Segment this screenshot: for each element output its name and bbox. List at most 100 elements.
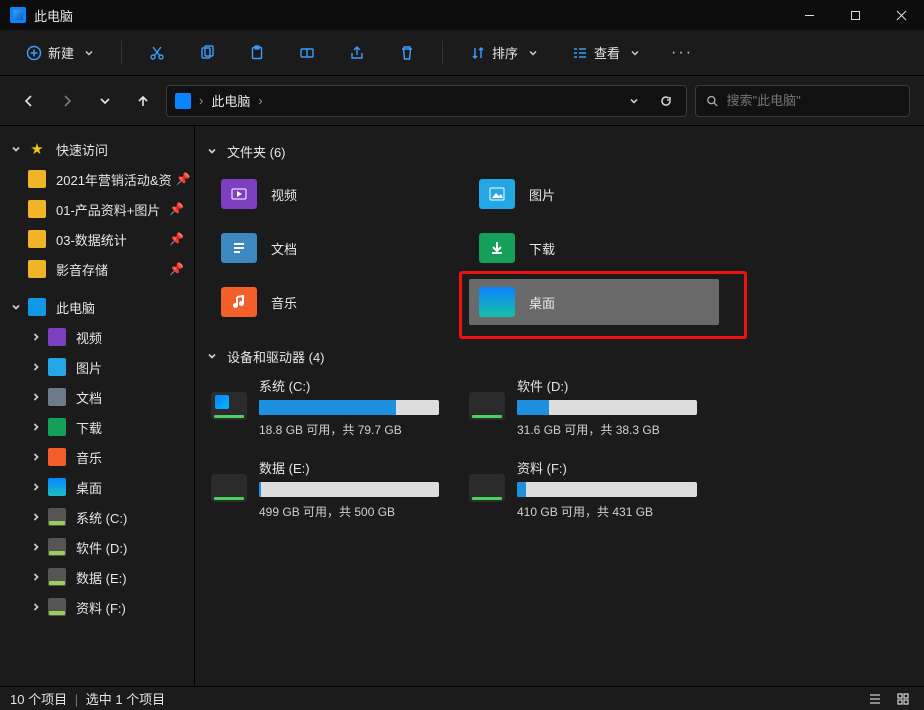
drive-usage-bar bbox=[517, 400, 697, 415]
sidebar-item-label: 软件 (D:) bbox=[76, 538, 127, 557]
drive-icon bbox=[48, 508, 66, 526]
group-title: 文件夹 (6) bbox=[227, 142, 286, 161]
sidebar-item-label: 资料 (F:) bbox=[76, 598, 126, 617]
sidebar-this-pc[interactable]: 此电脑 bbox=[2, 292, 192, 322]
pin-icon: 📌 bbox=[169, 202, 184, 216]
sidebar-item-documents[interactable]: 文档 bbox=[2, 382, 192, 412]
sidebar-item-drive-e[interactable]: 数据 (E:) bbox=[2, 562, 192, 592]
tiles-view-button[interactable] bbox=[892, 690, 914, 708]
drives-group-header[interactable]: 设备和驱动器 (4) bbox=[207, 347, 908, 366]
sidebar-item-desktop[interactable]: 桌面 bbox=[2, 472, 192, 502]
sidebar-item-label: 03-数据统计 bbox=[56, 230, 127, 249]
back-button[interactable] bbox=[14, 86, 44, 116]
sort-button[interactable]: 排序 bbox=[460, 38, 548, 67]
sidebar-item-label: 数据 (E:) bbox=[76, 568, 127, 587]
desktop-icon bbox=[48, 478, 66, 496]
search-box[interactable] bbox=[695, 85, 910, 117]
recent-button[interactable] bbox=[90, 86, 120, 116]
sidebar-item-label: 此电脑 bbox=[56, 298, 95, 317]
rename-button[interactable] bbox=[289, 37, 325, 69]
sidebar-item-label: 2021年营销活动&资 bbox=[56, 170, 172, 189]
document-icon bbox=[221, 233, 257, 263]
copy-button[interactable] bbox=[189, 37, 225, 69]
sort-label: 排序 bbox=[492, 43, 518, 62]
drive-e[interactable]: 数据 (E:) 499 GB 可用，共 500 GB bbox=[211, 458, 451, 520]
crumb-sep-icon: › bbox=[258, 93, 262, 108]
search-icon bbox=[706, 94, 719, 108]
drive-icon bbox=[469, 392, 505, 420]
maximize-button[interactable] bbox=[832, 0, 878, 30]
sidebar-item-drive-c[interactable]: 系统 (C:) bbox=[2, 502, 192, 532]
address-dropdown[interactable] bbox=[622, 95, 646, 107]
sidebar-pinned-item[interactable]: 01-产品资料+图片 📌 bbox=[2, 194, 192, 224]
pin-icon: 📌 bbox=[169, 232, 184, 246]
new-label: 新建 bbox=[48, 43, 74, 62]
folder-desktop[interactable]: 桌面 bbox=[469, 279, 719, 325]
desktop-icon bbox=[479, 287, 515, 317]
new-button[interactable]: 新建 bbox=[16, 38, 104, 67]
folder-downloads[interactable]: 下载 bbox=[469, 225, 719, 271]
sidebar-pinned-item[interactable]: 2021年营销活动&资 📌 bbox=[2, 164, 192, 194]
folder-icon bbox=[28, 230, 46, 248]
group-title: 设备和驱动器 (4) bbox=[227, 347, 325, 366]
sidebar-item-videos[interactable]: 视频 bbox=[2, 322, 192, 352]
folder-label: 桌面 bbox=[529, 293, 555, 312]
sidebar-item-label: 桌面 bbox=[76, 478, 102, 497]
folders-group-header[interactable]: 文件夹 (6) bbox=[207, 142, 908, 161]
folder-documents[interactable]: 文档 bbox=[211, 225, 461, 271]
pc-icon bbox=[28, 298, 46, 316]
pin-icon: 📌 bbox=[169, 262, 184, 276]
view-button[interactable]: 查看 bbox=[562, 38, 650, 67]
share-button[interactable] bbox=[339, 37, 375, 69]
sidebar-item-label: 下载 bbox=[76, 418, 102, 437]
sidebar-item-music[interactable]: 音乐 bbox=[2, 442, 192, 472]
forward-button[interactable] bbox=[52, 86, 82, 116]
sidebar-quick-access[interactable]: ★ 快速访问 bbox=[2, 134, 192, 164]
search-input[interactable] bbox=[727, 93, 899, 108]
picture-icon bbox=[479, 179, 515, 209]
toolbar: 新建 排序 查看 ··· bbox=[0, 30, 924, 76]
sidebar-item-downloads[interactable]: 下载 bbox=[2, 412, 192, 442]
breadcrumb-this-pc[interactable]: 此电脑 bbox=[211, 91, 250, 110]
sidebar-item-label: 01-产品资料+图片 bbox=[56, 200, 160, 219]
cut-button[interactable] bbox=[139, 37, 175, 69]
window-title: 此电脑 bbox=[34, 6, 73, 25]
folder-label: 音乐 bbox=[271, 293, 297, 312]
drive-icon bbox=[48, 568, 66, 586]
drive-f[interactable]: 资料 (F:) 410 GB 可用，共 431 GB bbox=[469, 458, 709, 520]
sidebar-item-pictures[interactable]: 图片 bbox=[2, 352, 192, 382]
sidebar-item-label: 图片 bbox=[76, 358, 102, 377]
folder-label: 图片 bbox=[529, 185, 555, 204]
download-icon bbox=[479, 233, 515, 263]
address-bar[interactable]: › 此电脑 › bbox=[166, 85, 687, 117]
sidebar-item-drive-f[interactable]: 资料 (F:) bbox=[2, 592, 192, 622]
sidebar-pinned-item[interactable]: 03-数据统计 📌 bbox=[2, 224, 192, 254]
download-icon bbox=[48, 418, 66, 436]
drive-c[interactable]: 系统 (C:) 18.8 GB 可用，共 79.7 GB bbox=[211, 376, 451, 438]
details-view-button[interactable] bbox=[864, 690, 886, 708]
refresh-button[interactable] bbox=[654, 95, 678, 107]
folder-label: 文档 bbox=[271, 239, 297, 258]
star-icon: ★ bbox=[28, 140, 46, 158]
folder-videos[interactable]: 视频 bbox=[211, 171, 461, 217]
more-button[interactable]: ··· bbox=[664, 37, 700, 69]
drive-d[interactable]: 软件 (D:) 31.6 GB 可用，共 38.3 GB bbox=[469, 376, 709, 438]
sidebar-item-drive-d[interactable]: 软件 (D:) bbox=[2, 532, 192, 562]
close-button[interactable] bbox=[878, 0, 924, 30]
music-icon bbox=[48, 448, 66, 466]
folder-music[interactable]: 音乐 bbox=[211, 279, 461, 325]
drive-usage-bar bbox=[517, 482, 697, 497]
drive-icon bbox=[211, 474, 247, 502]
drive-usage-bar bbox=[259, 400, 439, 415]
minimize-button[interactable] bbox=[786, 0, 832, 30]
video-icon bbox=[48, 328, 66, 346]
delete-button[interactable] bbox=[389, 37, 425, 69]
video-icon bbox=[221, 179, 257, 209]
sidebar-item-label: 影音存储 bbox=[56, 260, 108, 279]
sidebar-pinned-item[interactable]: 影音存储 📌 bbox=[2, 254, 192, 284]
location-icon bbox=[175, 93, 191, 109]
up-button[interactable] bbox=[128, 86, 158, 116]
drive-name: 软件 (D:) bbox=[517, 376, 709, 395]
folder-pictures[interactable]: 图片 bbox=[469, 171, 719, 217]
paste-button[interactable] bbox=[239, 37, 275, 69]
